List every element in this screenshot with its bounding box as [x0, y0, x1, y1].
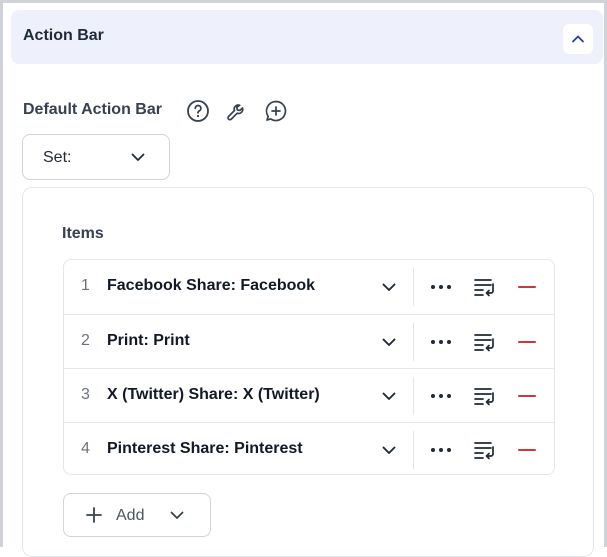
configure-button[interactable] [224, 98, 250, 124]
item-index: 4 [81, 440, 90, 457]
chevron-up-icon [572, 35, 584, 43]
item-label: X (Twitter) Share: X (Twitter) [107, 386, 320, 403]
chevron-down-icon [131, 153, 145, 161]
more-horizontal-icon [431, 340, 451, 344]
expand-item-button[interactable] [378, 385, 400, 407]
reorder-button[interactable] [472, 385, 498, 407]
set-select-label: Set: [43, 149, 72, 166]
plus-icon [86, 507, 102, 523]
chevron-down-icon [382, 338, 396, 346]
reorder-list-icon [474, 442, 494, 460]
more-options-button[interactable] [428, 331, 454, 353]
items-card: Items 1 Facebook Share: Facebook 2 Print… [22, 187, 594, 557]
expand-item-button[interactable] [378, 439, 400, 461]
wrench-icon [227, 104, 244, 121]
more-horizontal-icon [431, 448, 451, 452]
expand-item-button[interactable] [378, 276, 400, 298]
default-action-bar-label: Default Action Bar [23, 101, 162, 118]
reorder-list-icon [474, 334, 494, 352]
set-select[interactable]: Set: [22, 134, 170, 180]
row-divider [413, 268, 414, 306]
item-row[interactable]: 2 Print: Print [64, 314, 554, 368]
chevron-down-icon [382, 392, 396, 400]
minus-icon [518, 449, 536, 451]
row-divider [413, 377, 414, 415]
reorder-button[interactable] [472, 331, 498, 353]
action-bar-panel: Action Bar Default Action Bar Set: Items… [0, 0, 607, 557]
add-comment-button[interactable] [263, 98, 289, 124]
add-comment-icon [265, 100, 287, 122]
reorder-list-icon [474, 279, 494, 297]
add-item-label: Add [116, 507, 145, 524]
remove-item-button[interactable] [515, 385, 539, 407]
item-label: Print: Print [107, 332, 190, 349]
item-index: 3 [81, 386, 90, 403]
panel-header[interactable]: Action Bar [11, 10, 603, 64]
minus-icon [518, 395, 536, 397]
remove-item-button[interactable] [515, 331, 539, 353]
item-row[interactable]: 1 Facebook Share: Facebook [64, 260, 554, 314]
items-label: Items [62, 225, 104, 242]
row-divider [413, 323, 414, 361]
item-row[interactable]: 3 X (Twitter) Share: X (Twitter) [64, 368, 554, 422]
reorder-button[interactable] [472, 439, 498, 461]
reorder-button[interactable] [472, 276, 498, 298]
item-index: 2 [81, 332, 90, 349]
item-label: Facebook Share: Facebook [107, 277, 316, 294]
chevron-down-icon [170, 511, 184, 519]
minus-icon [518, 341, 536, 343]
chevron-down-icon [382, 283, 396, 291]
remove-item-button[interactable] [515, 276, 539, 298]
expand-item-button[interactable] [378, 331, 400, 353]
items-list: 1 Facebook Share: Facebook 2 Print: Prin… [63, 259, 555, 475]
add-item-button[interactable]: Add [63, 493, 211, 537]
more-options-button[interactable] [428, 276, 454, 298]
item-index: 1 [81, 277, 90, 294]
help-circle-icon [187, 100, 209, 122]
item-label: Pinterest Share: Pinterest [107, 440, 303, 457]
chevron-down-icon [382, 446, 396, 454]
help-button[interactable] [185, 98, 211, 124]
panel-title: Action Bar [23, 27, 104, 44]
more-options-button[interactable] [428, 439, 454, 461]
more-horizontal-icon [431, 394, 451, 398]
more-horizontal-icon [431, 285, 451, 289]
collapse-button[interactable] [563, 24, 593, 54]
item-row[interactable]: 4 Pinterest Share: Pinterest [64, 422, 554, 474]
row-divider [413, 431, 414, 469]
more-options-button[interactable] [428, 385, 454, 407]
minus-icon [518, 286, 536, 288]
remove-item-button[interactable] [515, 439, 539, 461]
reorder-list-icon [474, 388, 494, 406]
